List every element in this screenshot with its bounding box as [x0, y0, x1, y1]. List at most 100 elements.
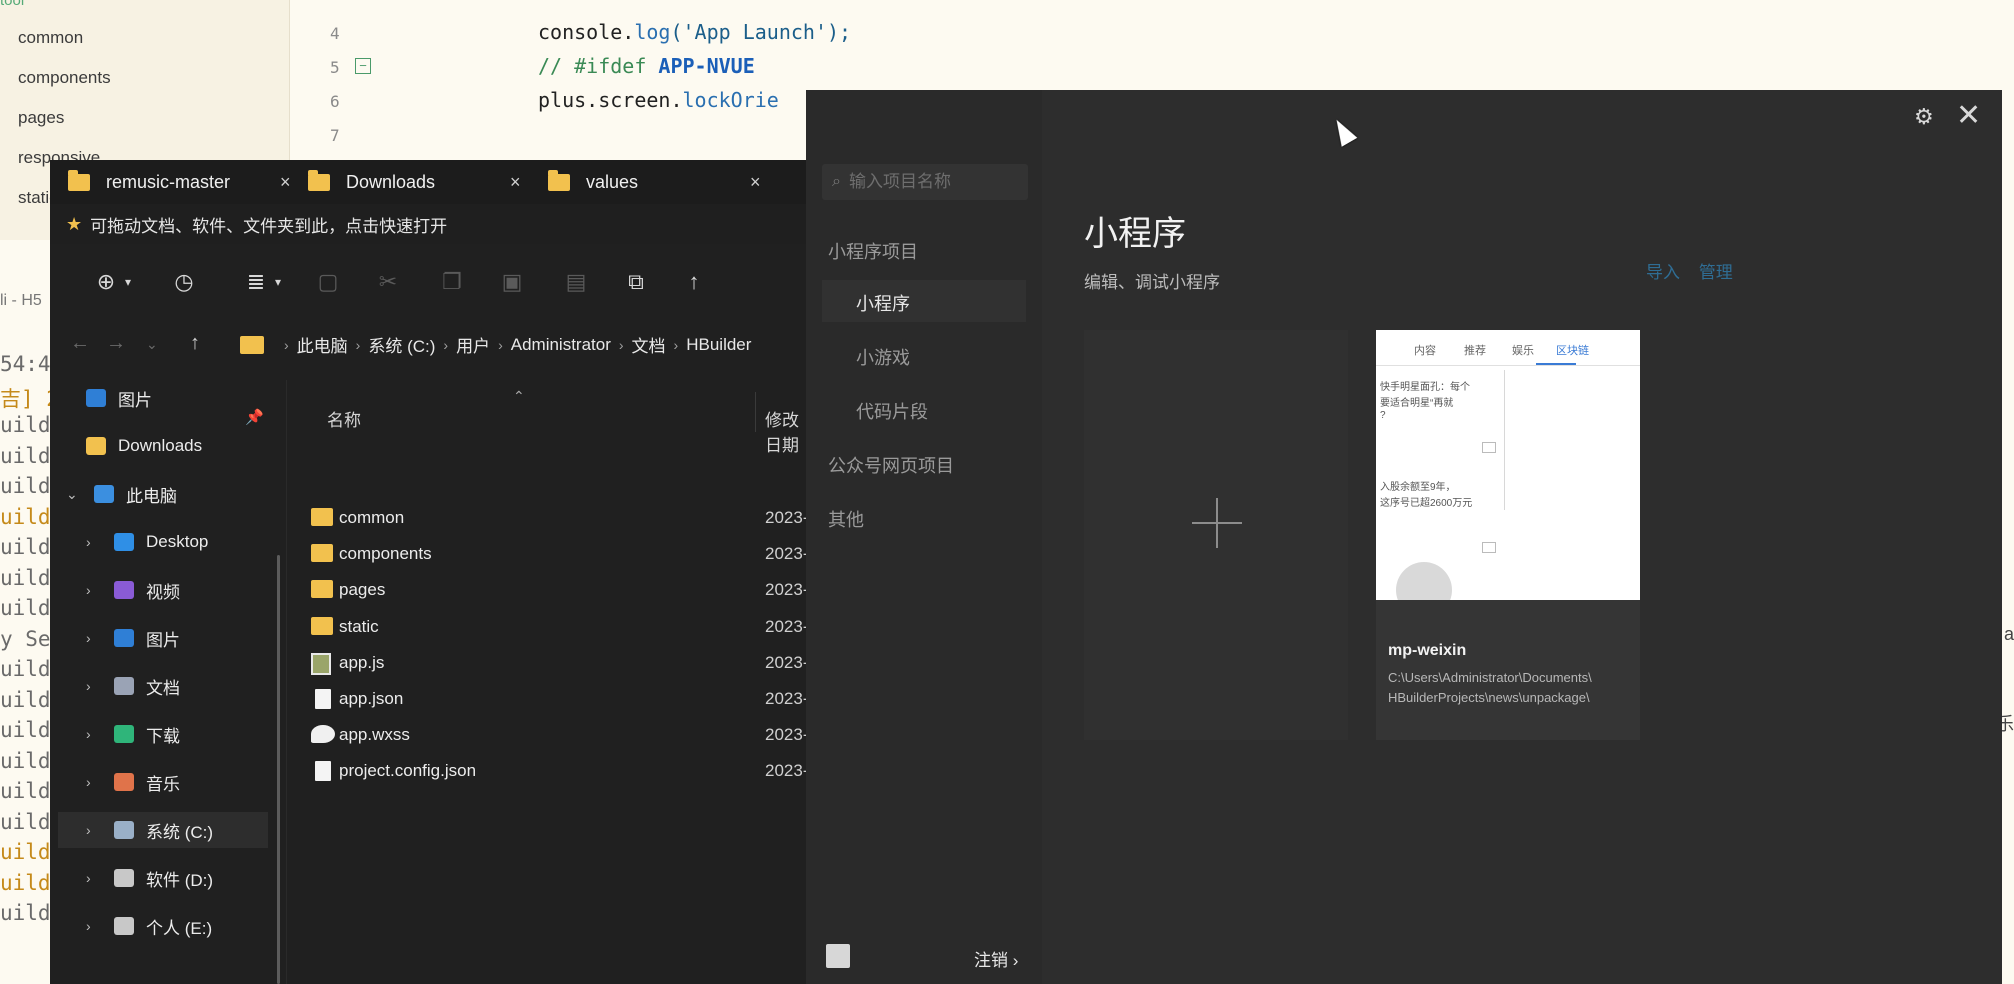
- chevron-right-icon[interactable]: ›: [86, 774, 100, 790]
- nav-item[interactable]: › 图片: [50, 620, 275, 656]
- chevron-down-icon[interactable]: ▾: [112, 266, 144, 298]
- delete-icon[interactable]: ▤: [560, 266, 592, 298]
- manage-link[interactable]: 管理: [1699, 263, 1733, 282]
- close-icon[interactable]: ×: [510, 172, 521, 193]
- sidebar-item[interactable]: 代码片段: [856, 398, 928, 424]
- project-path: C:\Users\Administrator\Documents\: [1388, 670, 1592, 685]
- sidebar-item[interactable]: 小程序: [856, 290, 910, 316]
- console-line: y Se: [0, 626, 51, 651]
- line-gutter: 4 5 6 7: [290, 0, 380, 160]
- search-input[interactable]: [848, 172, 1009, 192]
- tab-downloads[interactable]: Downloads ×: [308, 160, 538, 204]
- chevron-right-icon[interactable]: ›: [86, 918, 100, 934]
- file-row[interactable]: app.js 2023-02-2: [287, 643, 810, 683]
- nav-item[interactable]: › 视频: [50, 572, 275, 608]
- file-date: 2023-02-2: [765, 508, 810, 527]
- breadcrumb-item[interactable]: 此电脑: [297, 332, 348, 357]
- download-icon: [114, 725, 134, 743]
- nav-item[interactable]: › Desktop: [50, 524, 275, 560]
- file-row[interactable]: app.json 2023-02-2: [287, 679, 810, 719]
- tree-item[interactable]: components: [18, 68, 111, 88]
- nav-item[interactable]: 图片: [50, 380, 275, 416]
- forward-arrow-icon[interactable]: →: [106, 332, 126, 355]
- up-arrow-icon[interactable]: ↑: [190, 332, 200, 355]
- fold-toggle-icon[interactable]: −: [355, 58, 371, 74]
- logout-button[interactable]: 注销 ›: [974, 946, 1018, 971]
- file-row[interactable]: components 2023-02-2: [287, 534, 810, 574]
- sidebar-item[interactable]: 小游戏: [856, 344, 910, 370]
- rename-icon[interactable]: ▣: [496, 266, 528, 298]
- open-icon[interactable]: ⧉: [620, 266, 652, 298]
- nav-item[interactable]: ⌄ 此电脑: [50, 476, 275, 512]
- file-name: app.wxss: [339, 725, 410, 745]
- chevron-right-icon[interactable]: ›: [86, 534, 100, 550]
- sidebar-item[interactable]: 公众号网页项目: [828, 452, 954, 478]
- select-icon[interactable]: ▢: [312, 266, 344, 298]
- file-name: static: [339, 616, 379, 636]
- nav-item[interactable]: › 软件 (D:): [50, 860, 275, 896]
- chevron-down-icon[interactable]: ▾: [262, 266, 294, 298]
- tree-root-label: tool: [0, 0, 25, 9]
- chevron-down-icon[interactable]: ⌄: [146, 336, 158, 353]
- sidebar-item[interactable]: 小程序项目: [828, 238, 918, 264]
- chevron-right-icon[interactable]: ›: [86, 678, 100, 694]
- pin-icon[interactable]: 📌: [245, 408, 264, 426]
- breadcrumb-item[interactable]: 文档: [632, 332, 666, 357]
- chevron-right-icon[interactable]: ›: [86, 870, 100, 886]
- history-icon[interactable]: ◷: [168, 266, 200, 298]
- column-divider[interactable]: [755, 392, 756, 432]
- chevron-right-icon[interactable]: ›: [86, 726, 100, 742]
- nav-item[interactable]: › 音乐: [50, 764, 275, 800]
- column-header-name[interactable]: 名称: [327, 406, 361, 431]
- tab-remusic-master[interactable]: remusic-master ×: [68, 160, 298, 204]
- nav-item[interactable]: › 个人 (E:): [50, 908, 275, 944]
- breadcrumb[interactable]: › 此电脑 › 系统 (C:) › 用户 › Administrator › 文档 › HB…: [240, 332, 751, 357]
- close-icon[interactable]: ×: [750, 172, 761, 193]
- chevron-right-icon[interactable]: ›: [86, 630, 100, 646]
- drive-icon: [114, 917, 134, 935]
- close-icon[interactable]: ✕: [1956, 98, 1981, 133]
- file-row[interactable]: project.config.json 2023-02-2: [287, 751, 810, 791]
- column-header-modified[interactable]: 修改日期: [765, 406, 810, 456]
- project-card[interactable]: 内容 推荐 娱乐 区块链 快手明星面孔：每个 要适合明星“再就 ? 入股余额至9…: [1376, 330, 1640, 740]
- file-row[interactable]: common 2023-02-2: [287, 498, 810, 538]
- breadcrumb-item[interactable]: Administrator: [511, 335, 611, 355]
- file-row[interactable]: pages 2023-02-2: [287, 570, 810, 610]
- nav-item[interactable]: › 系统 (C:): [58, 812, 268, 848]
- new-project-card[interactable]: [1084, 330, 1348, 740]
- tree-item[interactable]: common: [18, 28, 83, 48]
- line-number: 4: [330, 24, 340, 43]
- breadcrumb-item[interactable]: HBuilder: [686, 335, 751, 355]
- gear-icon[interactable]: ⚙: [1914, 104, 1934, 130]
- tree-item[interactable]: pages: [18, 108, 64, 128]
- copy-icon[interactable]: ❐: [436, 266, 468, 298]
- file-row[interactable]: app.wxss 2023-02-2: [287, 715, 810, 755]
- nav-item[interactable]: › 文档: [50, 668, 275, 704]
- nav-scrollbar[interactable]: [277, 555, 280, 984]
- close-icon[interactable]: ×: [280, 172, 291, 193]
- file-name: pages: [339, 580, 386, 600]
- nav-item[interactable]: Downloads: [50, 428, 275, 464]
- import-link[interactable]: 导入: [1646, 263, 1680, 282]
- sidebar-item[interactable]: 其他: [828, 506, 864, 532]
- nav-item[interactable]: › 下载: [50, 716, 275, 752]
- chevron-right-icon[interactable]: ›: [86, 582, 100, 598]
- project-search[interactable]: ⌕: [822, 164, 1028, 200]
- code-line: console.log('App Launch');: [538, 20, 851, 44]
- tab-values[interactable]: values ×: [548, 160, 778, 204]
- logout-row: 注销 ›: [826, 942, 1026, 972]
- cut-icon[interactable]: ✂: [372, 266, 404, 298]
- chevron-down-icon[interactable]: ⌄: [66, 486, 80, 503]
- breadcrumb-item[interactable]: 用户: [456, 332, 490, 357]
- breadcrumb-item[interactable]: 系统 (C:): [368, 332, 435, 357]
- folder-icon: [86, 437, 106, 455]
- thumb-chip: [1482, 542, 1496, 553]
- more-icon[interactable]: ↑: [678, 266, 710, 298]
- back-arrow-icon[interactable]: ←: [70, 332, 90, 355]
- avatar[interactable]: [826, 944, 850, 968]
- thumb-chip: [1482, 442, 1496, 453]
- document-icon: [114, 677, 134, 695]
- chevron-right-icon[interactable]: ›: [86, 822, 100, 838]
- file-row[interactable]: static 2023-02-2: [287, 607, 810, 647]
- favorites-bar[interactable]: ★ 可拖动文档、软件、文件夹到此，点击快速打开: [50, 204, 810, 244]
